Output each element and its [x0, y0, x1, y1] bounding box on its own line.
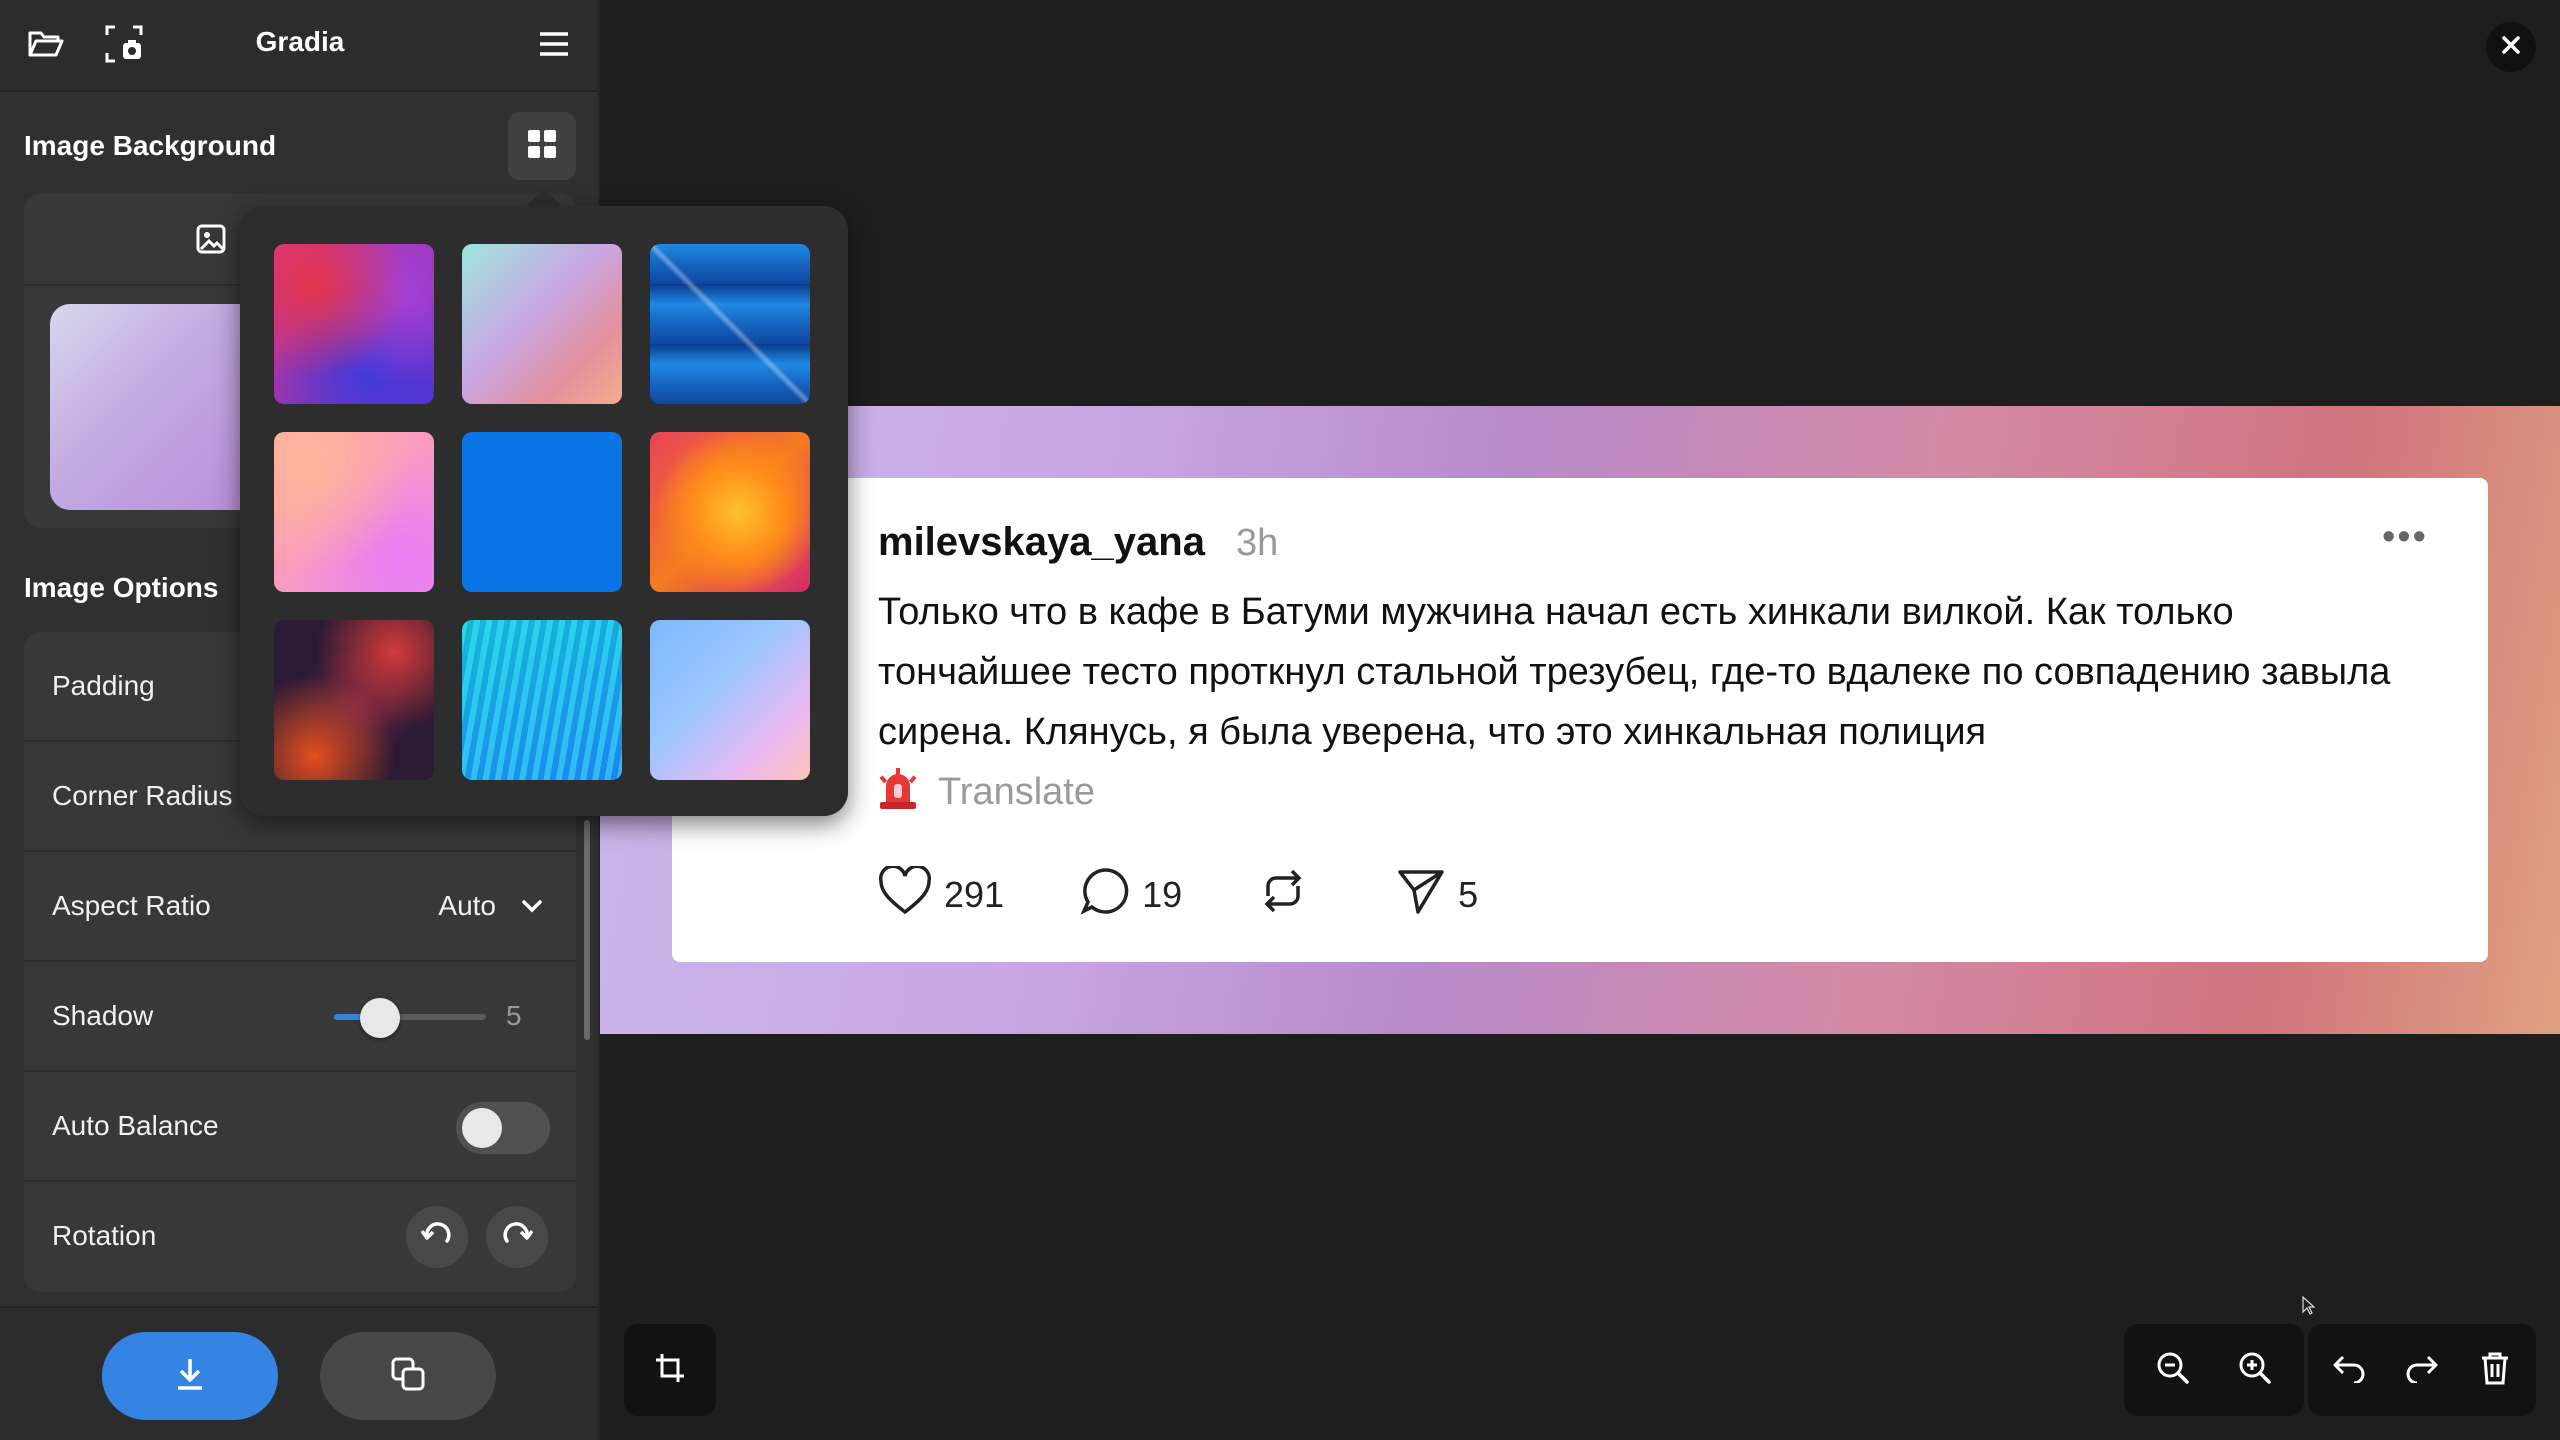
preset-swatch-7[interactable]	[274, 620, 434, 780]
preset-swatch-2[interactable]	[462, 244, 622, 404]
comments-count: 19	[1142, 874, 1183, 915]
post-text: Только что в кафе в Батуми мужчина начал…	[878, 582, 2438, 822]
auto-balance-toggle[interactable]	[456, 1102, 550, 1154]
auto-balance-row: Auto Balance	[24, 1072, 576, 1182]
comment-icon	[1080, 866, 1142, 925]
preset-swatch-1[interactable]	[274, 244, 434, 404]
translate-link: Translate	[938, 771, 1095, 813]
corner-radius-label: Corner Radius	[52, 780, 233, 811]
post-actions: 291 19 5	[878, 864, 1554, 925]
redo-icon	[2405, 1353, 2439, 1388]
crop-icon	[654, 1352, 686, 1389]
rotation-label: Rotation	[52, 1220, 157, 1251]
rotate-right-icon	[501, 1219, 534, 1256]
likes-count: 291	[944, 874, 1005, 915]
open-button[interactable]	[18, 18, 74, 74]
image-icon[interactable]	[196, 224, 226, 259]
zoom-in-button[interactable]	[2223, 1338, 2287, 1402]
image-background-title: Image Background	[24, 130, 277, 161]
sidebar-scrollbar[interactable]	[584, 820, 590, 1040]
repost-icon	[1258, 866, 1320, 925]
rotate-left-icon	[420, 1219, 453, 1256]
post-body: Только что в кафе в Батуми мужчина начал…	[878, 591, 2391, 753]
save-image-button[interactable]	[102, 1332, 278, 1420]
shadow-label: Shadow	[52, 1000, 154, 1031]
copy-image-button[interactable]	[320, 1332, 496, 1420]
repost-action	[1258, 866, 1320, 925]
toggle-knob	[462, 1108, 502, 1148]
crop-button[interactable]	[638, 1338, 702, 1402]
rotate-right-button[interactable]	[486, 1206, 548, 1268]
copy-icon	[391, 1357, 425, 1396]
aspect-ratio-value[interactable]: Auto	[438, 890, 496, 922]
preset-swatch-4[interactable]	[274, 432, 434, 592]
header-bar: Gradia	[0, 0, 598, 92]
preset-swatch-3[interactable]	[650, 244, 810, 404]
hamburger-menu-icon	[539, 31, 569, 62]
crop-toolbar	[624, 1324, 716, 1416]
chevron-down-icon[interactable]	[518, 892, 546, 920]
close-icon	[2500, 34, 2522, 61]
background-preview-swatch[interactable]	[50, 304, 260, 510]
background-presets-button[interactable]	[508, 112, 576, 180]
shadow-slider-handle[interactable]	[359, 998, 400, 1038]
trash-icon	[2480, 1351, 2510, 1390]
siren-icon	[878, 766, 918, 810]
screenshot-icon	[105, 25, 143, 68]
like-action: 291	[878, 864, 1005, 925]
folder-open-icon	[28, 29, 64, 64]
grid-icon	[528, 129, 556, 163]
zoom-in-icon	[2238, 1351, 2272, 1390]
padding-label: Padding	[52, 670, 155, 701]
zoom-toolbar	[2124, 1324, 2304, 1416]
shares-count: 5	[1458, 874, 1479, 915]
comment-action: 19	[1080, 866, 1182, 925]
undo-icon	[2332, 1353, 2366, 1388]
mouse-pointer	[2302, 1295, 2316, 1321]
post-username: milevskaya_yana	[878, 520, 1205, 564]
download-icon	[175, 1357, 205, 1396]
zoom-out-icon	[2156, 1351, 2190, 1390]
aspect-ratio-row[interactable]: Aspect Ratio Auto	[24, 852, 576, 962]
heart-icon	[878, 864, 944, 925]
sidebar-footer	[0, 1306, 598, 1440]
send-icon	[1396, 866, 1458, 925]
post-time: 3h	[1236, 522, 1279, 564]
image-options-title: Image Options	[24, 572, 219, 603]
rotate-left-button[interactable]	[406, 1206, 468, 1268]
preset-swatch-8[interactable]	[462, 620, 622, 780]
more-options-icon: •••	[2382, 516, 2428, 558]
redo-button[interactable]	[2390, 1338, 2454, 1402]
delete-button[interactable]	[2463, 1338, 2527, 1402]
gradia-window: milevskaya_yana 3h ••• Только что в кафе…	[0, 0, 2560, 1440]
shadow-row: Shadow 5	[24, 962, 576, 1072]
rotation-row: Rotation	[24, 1182, 576, 1292]
share-action: 5	[1396, 866, 1478, 925]
app-title: Gradia	[255, 26, 345, 57]
shadow-slider[interactable]	[334, 1014, 486, 1020]
undo-button[interactable]	[2317, 1338, 2381, 1402]
aspect-ratio-label: Aspect Ratio	[52, 890, 211, 921]
screenshot-post-card: milevskaya_yana 3h ••• Только что в кафе…	[672, 478, 2488, 962]
preset-swatch-9[interactable]	[650, 620, 810, 780]
shadow-value: 5	[506, 1000, 522, 1031]
screenshot-button[interactable]	[96, 18, 152, 74]
background-presets-popover	[240, 206, 848, 816]
auto-balance-label: Auto Balance	[52, 1110, 219, 1141]
preset-swatch-5[interactable]	[462, 432, 622, 592]
preset-swatch-6[interactable]	[650, 432, 810, 592]
close-button[interactable]	[2486, 22, 2536, 72]
edit-toolbar	[2308, 1324, 2536, 1416]
main-menu-button[interactable]	[526, 18, 582, 74]
zoom-out-button[interactable]	[2141, 1338, 2205, 1402]
